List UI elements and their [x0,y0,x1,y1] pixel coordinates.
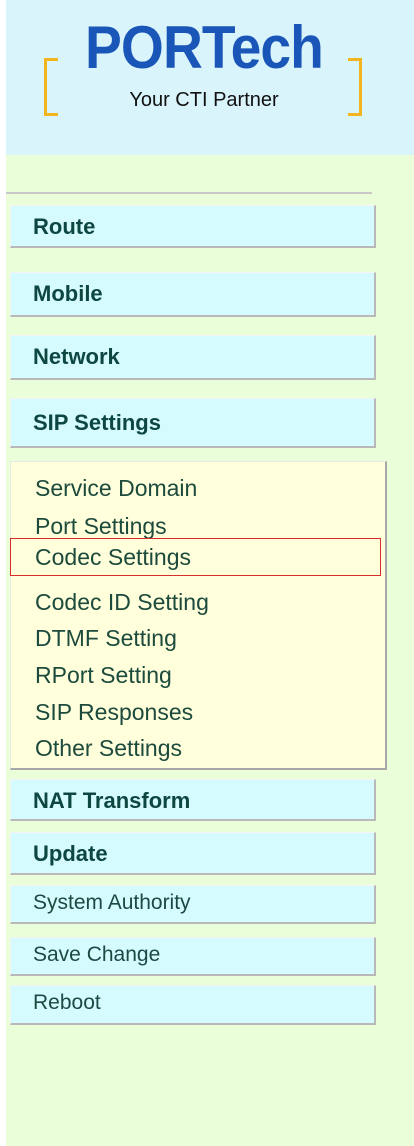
menu-network[interactable]: Network [10,335,376,380]
submenu-sip-responses-label: SIP Responses [35,699,194,725]
submenu-rport-setting[interactable]: RPort Setting [11,659,383,697]
submenu-other-settings-label: Other Settings [35,735,183,761]
menu-route[interactable]: Route [10,205,376,248]
submenu-dtmf-setting[interactable]: DTMF Setting [11,622,383,660]
submenu-other-settings[interactable]: Other Settings [11,732,383,770]
submenu-codec-settings[interactable]: Codec Settings [10,538,381,576]
logo-tagline: Your CTI Partner [129,89,279,111]
menu-reboot[interactable]: Reboot [10,985,376,1025]
menu-save-change-label: Save Change [33,943,161,966]
submenu-rport-setting-label: RPort Setting [35,662,172,688]
logo-banner: PORTech Your CTI Partner [6,0,414,155]
sip-settings-submenu: Service Domain Port Settings Codec Setti… [10,461,387,770]
menu-update[interactable]: Update [10,832,376,875]
menu-sip-settings[interactable]: SIP Settings [10,398,376,448]
submenu-service-domain-label: Service Domain [35,475,198,501]
menu-system-authority[interactable]: System Authority [10,885,376,924]
menu-mobile-label: Mobile [33,281,103,306]
menu-sip-settings-label: SIP Settings [33,410,161,435]
navigation-frame: PORTech Your CTI Partner Route Mobile Ne… [6,0,414,1146]
menu-route-label: Route [33,214,96,239]
menu-update-label: Update [33,841,108,866]
submenu-service-domain[interactable]: Service Domain [11,472,383,510]
portech-logo: PORTech Your CTI Partner [38,16,370,122]
menu-save-change[interactable]: Save Change [10,937,376,976]
menu-nat-transform[interactable]: NAT Transform [10,779,376,821]
menu-network-label: Network [33,344,120,369]
menu-mobile[interactable]: Mobile [10,272,376,317]
submenu-codec-id-setting-label: Codec ID Setting [35,589,209,615]
submenu-codec-settings-label: Codec Settings [35,544,191,570]
menu-divider [6,192,372,194]
menu-reboot-label: Reboot [33,991,101,1014]
submenu-dtmf-setting-label: DTMF Setting [35,625,177,651]
logo-brand-text: PORTech [85,14,324,81]
menu-system-authority-label: System Authority [33,891,191,914]
menu-nat-transform-label: NAT Transform [33,788,191,813]
